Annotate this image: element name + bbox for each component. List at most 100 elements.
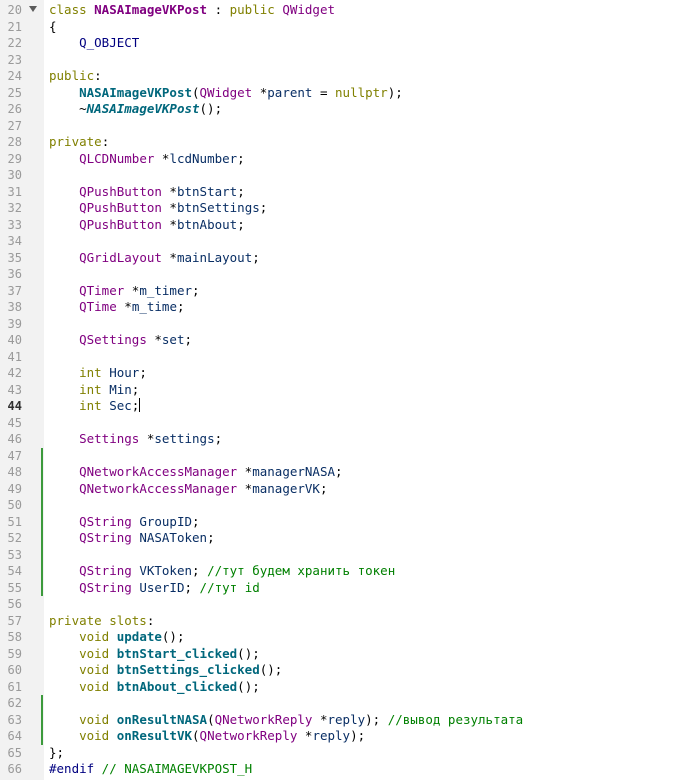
code-line[interactable]: 38 QTime *m_time; [0, 299, 700, 316]
code-line[interactable]: 48 QNetworkAccessManager *managerNASA; [0, 464, 700, 481]
code-line[interactable]: 62 [0, 695, 700, 712]
code-line[interactable]: 25 NASAImageVKPost(QWidget *parent = nul… [0, 85, 700, 102]
code-token: QWidget [199, 84, 253, 100]
line-number: 42 [7, 366, 22, 380]
code-line[interactable]: 43 int Min; [0, 382, 700, 399]
code-line[interactable]: 30 [0, 167, 700, 184]
code-line[interactable]: 31 QPushButton *btnStart; [0, 184, 700, 201]
code-line[interactable]: 37 QTimer *m_timer; [0, 283, 700, 300]
code-line[interactable]: 28 private: [0, 134, 700, 151]
code-line[interactable]: 26 ~NASAImageVKPost(); [0, 101, 700, 118]
code-line-text: public: [49, 68, 102, 85]
code-line[interactable]: 63 void onResultNASA(QNetworkReply *repl… [0, 712, 700, 729]
code-token: QString [79, 513, 132, 529]
code-token: ; [335, 464, 343, 479]
code-token: GroupID [139, 513, 193, 529]
code-token: // NASAIMAGEVKPOST_H [94, 761, 253, 776]
code-token: ; [259, 200, 268, 215]
code-line[interactable]: 56 [0, 596, 700, 613]
code-line[interactable]: 36 [0, 266, 700, 283]
code-line[interactable]: 20 class NASAImageVKPost : public QWidget [0, 2, 700, 19]
code-token: QNetworkReply [214, 711, 313, 727]
fold-arrow-icon[interactable] [29, 6, 37, 12]
code-line-text: void onResultVK(QNetworkReply *reply); [49, 728, 365, 745]
code-token: reply [327, 711, 366, 727]
code-token: QString [79, 579, 132, 595]
code-token: m_time [131, 299, 177, 314]
code-line[interactable]: 21 { [0, 19, 700, 36]
code-line[interactable]: 34 [0, 233, 700, 250]
code-line[interactable]: 55 QString UserID; //тут id [0, 580, 700, 597]
code-token: mainLayout [176, 249, 253, 265]
line-number: 65 [7, 745, 22, 760]
line-number: 34 [7, 234, 22, 248]
code-token: (); [259, 662, 283, 677]
code-line[interactable]: 59 void btnStart_clicked(); [0, 646, 700, 663]
code-line[interactable]: 51 QString GroupID; [0, 514, 700, 531]
code-line[interactable]: 44 int Sec; [0, 398, 700, 415]
code-line[interactable]: 54 QString VKToken; //тут будем хранить … [0, 563, 700, 580]
code-line[interactable]: 47 [0, 448, 700, 465]
code-token: ; [207, 530, 215, 545]
code-line[interactable]: 24 public: [0, 68, 700, 85]
code-line[interactable]: 40 QSettings *set; [0, 332, 700, 349]
code-line[interactable]: 42 int Hour; [0, 365, 700, 382]
code-line[interactable]: 39 [0, 316, 700, 333]
code-token: : [94, 68, 102, 83]
code-line-text: }; [49, 745, 64, 762]
line-number: 37 [7, 283, 22, 298]
code-line[interactable]: 60 void btnSettings_clicked(); [0, 662, 700, 679]
code-token: void [79, 728, 110, 743]
line-number: 52 [7, 531, 22, 545]
code-token: NASAToken [139, 530, 208, 545]
code-line-text: { [49, 19, 57, 36]
code-token: ; [131, 398, 140, 413]
code-line[interactable]: 46 Settings *settings; [0, 431, 700, 448]
code-line-text: QString UserID; //тут id [49, 580, 260, 597]
code-token: settings [154, 431, 215, 446]
line-number: 32 [7, 201, 22, 215]
code-line-text: QString NASAToken; [49, 530, 215, 547]
code-line[interactable]: 65}; [0, 745, 700, 762]
code-line[interactable]: 50 [0, 497, 700, 514]
code-line[interactable]: 58 void update(); [0, 629, 700, 646]
code-line[interactable]: 49 QNetworkAccessManager *managerVK; [0, 481, 700, 498]
code-line[interactable]: 57 private slots: [0, 613, 700, 630]
code-line[interactable]: 41 [0, 349, 700, 366]
code-line-text: QGridLayout *mainLayout; [49, 250, 260, 267]
code-line[interactable]: 52 QString NASAToken; [0, 530, 700, 547]
code-token: update [116, 629, 162, 644]
code-line[interactable]: 53 [0, 547, 700, 564]
code-line[interactable]: 64 void onResultVK(QNetworkReply *reply)… [0, 728, 700, 745]
code-token: btnStart_clicked [116, 645, 238, 661]
code-token: : [146, 612, 155, 628]
code-token: lcdNumber [169, 150, 238, 166]
line-number: 44 [7, 399, 22, 413]
code-line[interactable]: 29 QLCDNumber *lcdNumber; [0, 151, 700, 168]
code-line[interactable]: 66 #endif // NASAIMAGEVKPOST_H [0, 761, 700, 778]
code-editor[interactable]: 20 class NASAImageVKPost : public QWidget… [0, 0, 700, 780]
code-line[interactable]: 45 [0, 415, 700, 432]
code-line[interactable]: 33 QPushButton *btnAbout; [0, 217, 700, 234]
code-token: QGridLayout [79, 249, 162, 265]
code-line-text: class NASAImageVKPost : public QWidget [49, 2, 335, 19]
code-line[interactable]: 32 QPushButton *btnSettings; [0, 200, 700, 217]
code-line[interactable]: 27 [0, 118, 700, 135]
line-number: 53 [7, 547, 22, 562]
code-line-text: private: [49, 134, 109, 151]
code-token: onResultNASA [116, 711, 208, 727]
code-line[interactable]: 23 [0, 52, 700, 69]
code-line[interactable]: 22 Q_OBJECT [0, 35, 700, 52]
code-token: m_timer [139, 282, 193, 298]
code-token: ; [237, 216, 245, 232]
code-line[interactable]: 35 QGridLayout *mainLayout; [0, 250, 700, 267]
code-token: QLCDNumber [79, 150, 155, 166]
code-token: QPushButton [79, 183, 162, 199]
code-line[interactable]: 61 void btnAbout_clicked(); [0, 679, 700, 696]
code-token: * [161, 216, 177, 232]
